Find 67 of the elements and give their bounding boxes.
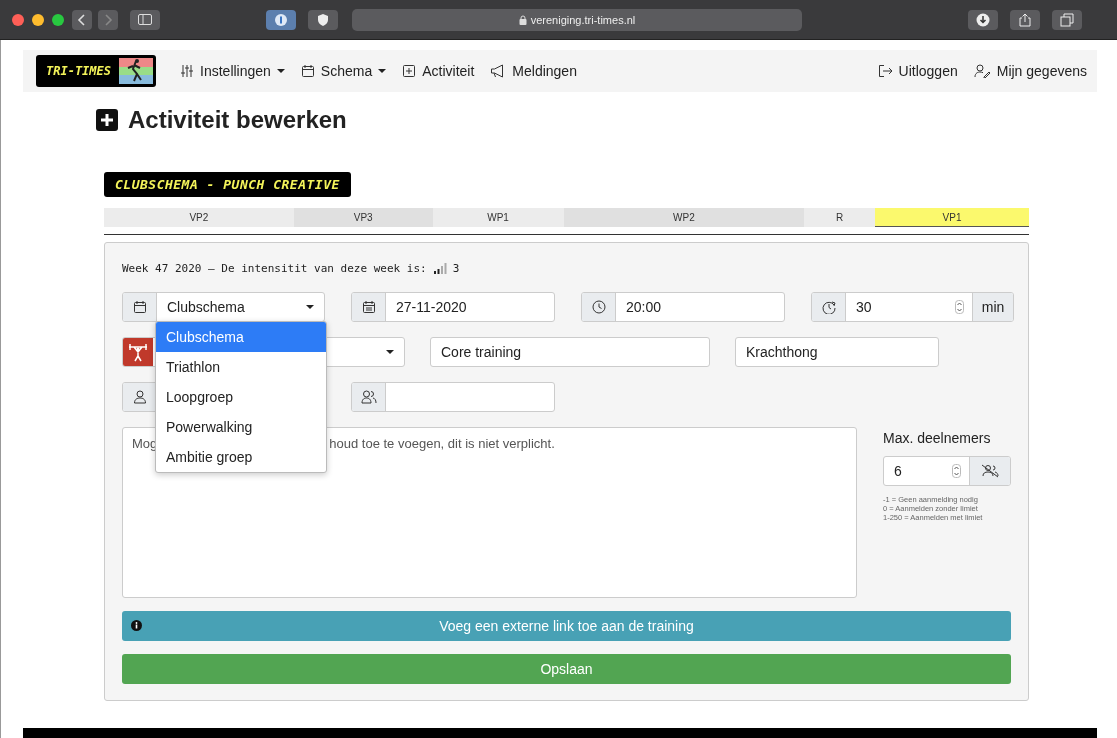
unit-label: min — [972, 293, 1013, 321]
duration-field[interactable]: 30 min — [811, 292, 1014, 322]
spinner-icon — [952, 464, 961, 478]
group-select[interactable]: Clubschema — [122, 292, 325, 322]
address-bar[interactable]: vereniging.tri-times.nl — [352, 8, 802, 31]
signal-bars-icon — [432, 262, 447, 274]
minimize-icon[interactable] — [32, 13, 44, 26]
logo-drawing — [119, 58, 154, 84]
plus-square-icon — [402, 64, 417, 78]
nav-link[interactable]: Activiteit — [402, 63, 475, 79]
max-participants-label: Max. deelnemers — [883, 430, 992, 446]
close-icon[interactable] — [12, 13, 24, 26]
spinner-icon — [955, 300, 964, 314]
week-text: Week 47 2020 – De intensitit van deze week is: — [122, 261, 427, 275]
maximize-icon[interactable] — [52, 13, 64, 26]
schedule-banner: CLUBSCHEMA - PUNCH CREATIVE — [104, 172, 351, 197]
weightlifter-icon — [127, 341, 149, 363]
tabs-icon[interactable] — [1052, 9, 1082, 30]
time-field[interactable]: 20:00 — [581, 292, 785, 322]
shield-icon[interactable] — [308, 9, 338, 30]
url-text: vereniging.tri-times.nl — [530, 13, 636, 26]
intensity-value: 3 — [452, 261, 460, 275]
download-icon[interactable] — [968, 9, 998, 30]
phase-tab[interactable]: R — [804, 208, 876, 227]
logout-icon — [877, 64, 893, 78]
logo-text: TRI-TIMES — [46, 64, 112, 78]
phase-tab[interactable]: WP1 — [432, 208, 564, 227]
stopwatch-icon — [821, 300, 836, 314]
calendar-icon — [300, 64, 315, 78]
users-slash-icon — [981, 464, 999, 478]
calendar-icon — [361, 300, 376, 314]
share-icon[interactable] — [1010, 9, 1040, 30]
nav-link[interactable]: Mijn gegevens — [973, 63, 1087, 79]
phase-tab[interactable]: VP1 — [875, 208, 1029, 227]
name-field[interactable]: Core training — [430, 337, 710, 367]
nav-link[interactable]: Instellingen — [180, 63, 285, 79]
users-icon — [360, 390, 377, 404]
date-field[interactable]: 27-11-2020 — [351, 292, 555, 322]
dropdown-option[interactable]: Ambitie groep — [156, 442, 326, 472]
forward-icon[interactable] — [98, 9, 118, 30]
info-icon — [131, 620, 142, 631]
dropdown-option[interactable]: Clubschema — [156, 322, 326, 352]
page-title: Activiteit bewerken — [128, 106, 347, 134]
nav-link[interactable]: Meldingen — [490, 63, 577, 79]
sidebar-icon[interactable] — [130, 9, 160, 30]
lock-icon — [518, 14, 527, 25]
password-icon[interactable] — [266, 9, 296, 30]
participants-field[interactable] — [351, 382, 555, 412]
phase-tab[interactable]: VP2 — [104, 208, 294, 227]
sliders-icon — [180, 64, 195, 78]
back-icon[interactable] — [72, 9, 92, 30]
dropdown-option[interactable]: Loopgroep — [156, 382, 326, 412]
dropdown-option[interactable]: Triathlon — [156, 352, 326, 382]
caret-icon — [276, 69, 285, 73]
caret-icon — [378, 69, 387, 73]
phase-tab[interactable]: VP3 — [293, 208, 433, 227]
nav-link[interactable]: Uitloggen — [877, 63, 958, 79]
clock-icon — [591, 300, 606, 314]
user-edit-icon — [973, 64, 991, 78]
calendar-icon — [132, 300, 147, 314]
nav-link[interactable]: Schema — [300, 63, 387, 79]
phase-tab[interactable]: WP2 — [563, 208, 805, 227]
user-icon — [132, 390, 147, 404]
category-field[interactable]: Krachthong — [735, 337, 939, 367]
max-participants-field[interactable]: 6 — [883, 456, 1011, 486]
logo[interactable]: TRI-TIMES — [36, 55, 157, 87]
plus-square-icon — [96, 109, 118, 131]
